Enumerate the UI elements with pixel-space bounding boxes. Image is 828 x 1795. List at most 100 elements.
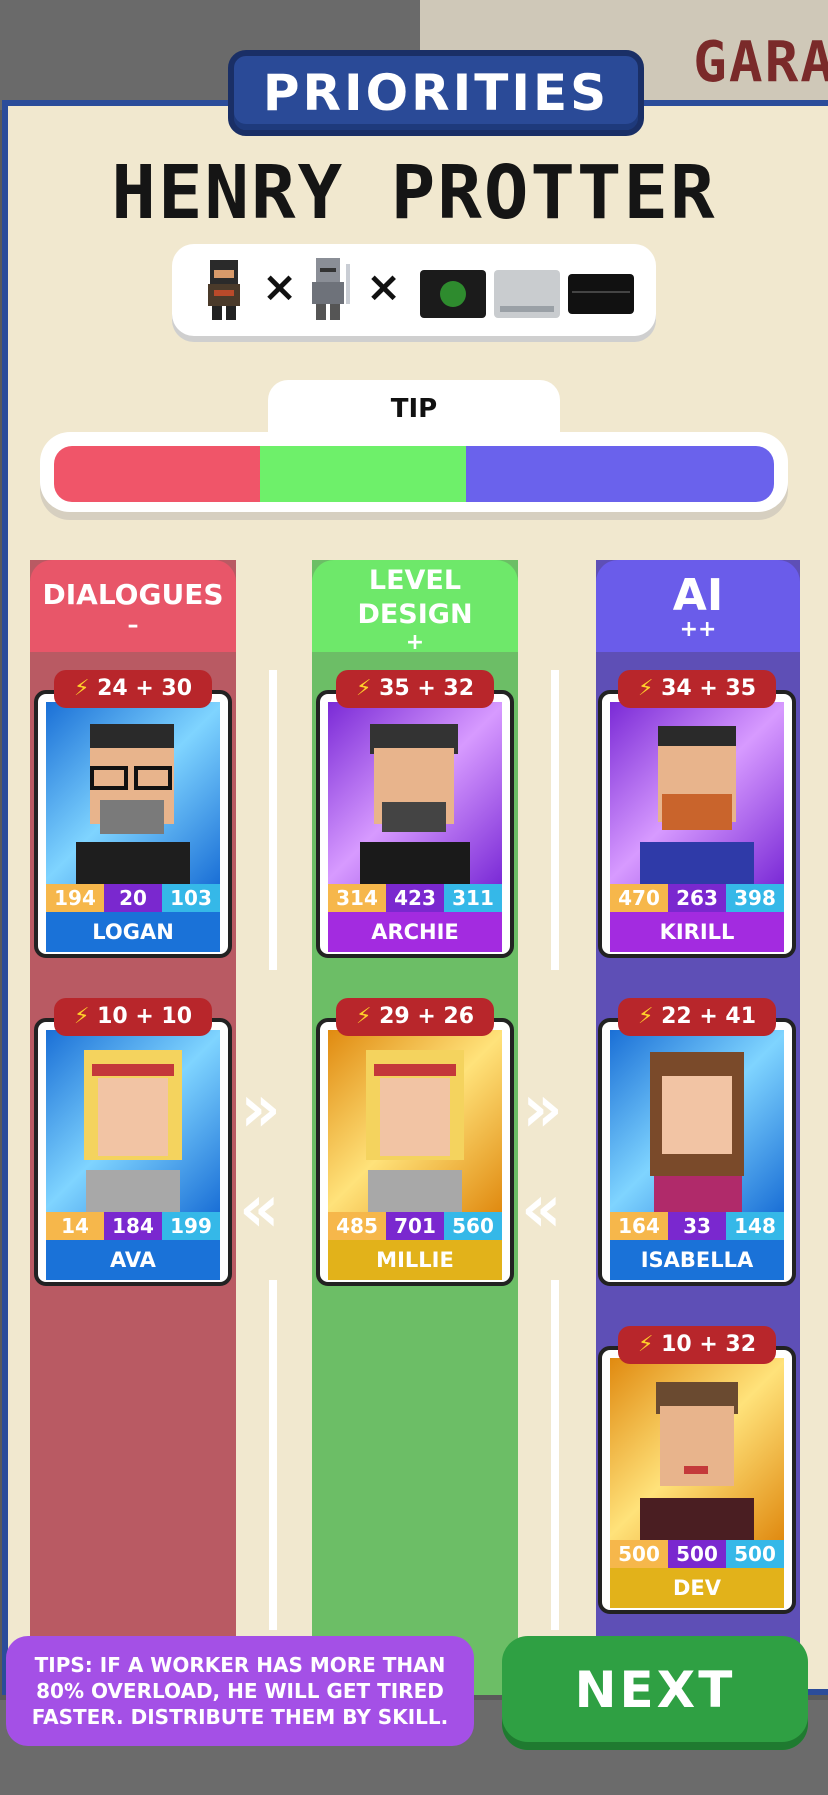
energy-badge-ava: ⚡ 10 + 10 xyxy=(54,998,212,1036)
stat-3: 311 xyxy=(444,884,502,912)
title-plate: PRIORITIES xyxy=(228,50,644,136)
worker-name: DEV xyxy=(610,1568,784,1608)
next-button[interactable]: NEXT xyxy=(502,1636,808,1750)
energy-badge-millie: ⚡ 29 + 26 xyxy=(336,998,494,1036)
column-title: AI xyxy=(672,570,724,621)
lightning-icon: ⚡ xyxy=(355,1004,372,1029)
worker-stats: 485 701 560 xyxy=(328,1212,502,1240)
game-name: HENRY PROTTER xyxy=(111,150,717,236)
energy-value: 24 + 30 xyxy=(97,676,193,701)
console-grey-box-icon xyxy=(494,270,560,318)
tip-label: TIP xyxy=(390,394,438,424)
energy-badge-dev: ⚡ 10 + 32 xyxy=(618,1326,776,1364)
stat-3: 398 xyxy=(726,884,784,912)
worker-portrait xyxy=(328,1030,502,1212)
stat-1: 470 xyxy=(610,884,668,912)
energy-badge-archie: ⚡ 35 + 32 xyxy=(336,670,494,708)
stat-3: 199 xyxy=(162,1212,220,1240)
lightning-icon: ⚡ xyxy=(637,1332,654,1357)
stat-3: 148 xyxy=(726,1212,784,1240)
stat-2: 423 xyxy=(386,884,444,912)
stat-1: 314 xyxy=(328,884,386,912)
stat-2: 184 xyxy=(104,1212,162,1240)
knight-sprite-icon xyxy=(312,258,350,320)
lightning-icon: ⚡ xyxy=(355,676,372,701)
worker-avatar-icon xyxy=(640,1382,754,1540)
column-divider xyxy=(551,670,559,970)
worker-portrait xyxy=(610,1358,784,1540)
worker-name: LOGAN xyxy=(46,912,220,952)
column-priority: – xyxy=(127,613,139,638)
worker-avatar-icon xyxy=(76,724,190,884)
worker-name: ARCHIE xyxy=(328,912,502,952)
times-separator: × xyxy=(262,262,298,311)
move-right-arrow-icon[interactable]: » xyxy=(522,1070,562,1147)
column-header-level-design: LEVEL DESIGN + xyxy=(312,560,518,655)
worker-portrait xyxy=(46,1030,220,1212)
tip-tab: TIP xyxy=(268,380,560,440)
move-left-arrow-icon[interactable]: « xyxy=(240,1170,280,1247)
worker-portrait xyxy=(46,702,220,884)
column-priority: + xyxy=(405,630,425,655)
worker-name: ISABELLA xyxy=(610,1240,784,1280)
stat-1: 164 xyxy=(610,1212,668,1240)
tips-text: TIPS: IF A WORKER HAS MORE THAN 80% OVER… xyxy=(31,1653,449,1729)
stat-1: 485 xyxy=(328,1212,386,1240)
energy-value: 10 + 10 xyxy=(97,1004,193,1029)
column-divider xyxy=(551,1280,559,1630)
panel-title: PRIORITIES xyxy=(262,64,610,122)
worker-card-dev[interactable]: 500 500 500 DEV xyxy=(598,1346,796,1614)
move-left-arrow-icon[interactable]: « xyxy=(522,1170,562,1247)
worker-portrait xyxy=(328,702,502,884)
stat-1: 194 xyxy=(46,884,104,912)
worker-card-millie[interactable]: 485 701 560 MILLIE xyxy=(316,1018,514,1286)
column-header-ai: AI ++ xyxy=(596,560,800,652)
energy-badge-logan: ⚡ 24 + 30 xyxy=(54,670,212,708)
worker-stats: 14 184 199 xyxy=(46,1212,220,1240)
energy-value: 22 + 41 xyxy=(661,1004,757,1029)
stat-3: 560 xyxy=(444,1212,502,1240)
column-divider xyxy=(269,1280,277,1630)
column-title: LEVEL DESIGN xyxy=(357,565,473,630)
column-priority: ++ xyxy=(679,617,717,642)
worker-card-kirill[interactable]: 470 263 398 KIRILL xyxy=(598,690,796,958)
worker-stats: 500 500 500 xyxy=(610,1540,784,1568)
worker-stats: 314 423 311 xyxy=(328,884,502,912)
worker-portrait xyxy=(610,1030,784,1212)
worker-avatar-icon xyxy=(650,1052,744,1212)
tip-segment-ai xyxy=(466,446,774,502)
lightning-icon: ⚡ xyxy=(73,676,90,701)
worker-card-archie[interactable]: 314 423 311 ARCHIE xyxy=(316,690,514,958)
worker-name: AVA xyxy=(46,1240,220,1280)
tip-bar xyxy=(40,432,788,512)
move-right-arrow-icon[interactable]: » xyxy=(240,1070,280,1147)
console-black-slim-icon xyxy=(568,274,634,314)
tips-box: TIPS: IF A WORKER HAS MORE THAN 80% OVER… xyxy=(6,1636,474,1746)
column-header-dialogues: DIALOGUES – xyxy=(30,560,236,652)
worker-avatar-icon xyxy=(360,724,470,884)
worker-card-ava[interactable]: 14 184 199 AVA xyxy=(34,1018,232,1286)
worker-avatar-icon xyxy=(366,1050,464,1212)
stat-1: 14 xyxy=(46,1212,104,1240)
worker-card-logan[interactable]: 194 20 103 LOGAN xyxy=(34,690,232,958)
energy-value: 34 + 35 xyxy=(661,676,757,701)
times-separator: × xyxy=(366,262,402,311)
stat-2: 500 xyxy=(668,1540,726,1568)
energy-badge-kirill: ⚡ 34 + 35 xyxy=(618,670,776,708)
energy-badge-isabella: ⚡ 22 + 41 xyxy=(618,998,776,1036)
stat-3: 500 xyxy=(726,1540,784,1568)
worker-stats: 470 263 398 xyxy=(610,884,784,912)
garage-sign-text: GARA xyxy=(693,30,828,95)
stat-1: 500 xyxy=(610,1540,668,1568)
lightning-icon: ⚡ xyxy=(637,1004,654,1029)
lightning-icon: ⚡ xyxy=(73,1004,90,1029)
stat-3: 103 xyxy=(162,884,220,912)
worker-avatar-icon xyxy=(640,726,754,884)
worker-avatar-icon xyxy=(84,1050,182,1212)
stat-2: 701 xyxy=(386,1212,444,1240)
stat-2: 33 xyxy=(668,1212,726,1240)
platform-combo: × × xyxy=(172,244,656,336)
energy-value: 29 + 26 xyxy=(379,1004,475,1029)
ninja-sprite-icon xyxy=(208,260,240,320)
worker-card-isabella[interactable]: 164 33 148 ISABELLA xyxy=(598,1018,796,1286)
